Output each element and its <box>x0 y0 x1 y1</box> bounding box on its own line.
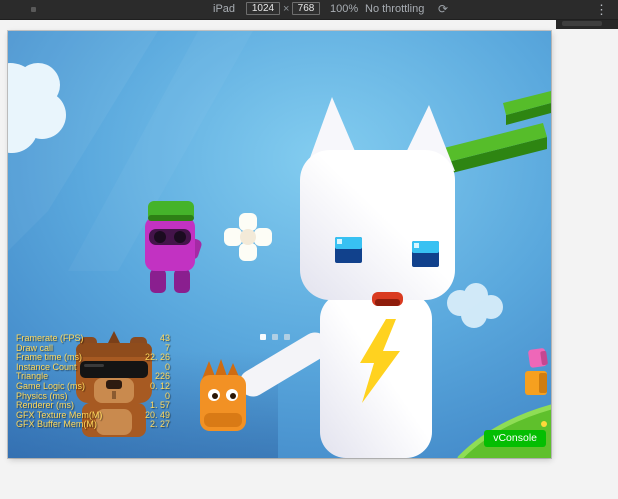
device-height-input[interactable] <box>292 2 320 15</box>
throttling-select[interactable]: No throttling <box>365 0 424 19</box>
cat-head <box>300 150 455 300</box>
stat-label: GFX Buffer Mem(M) <box>16 420 97 430</box>
stat-value: 2. 27 <box>150 420 170 430</box>
cat-mouth <box>372 292 403 306</box>
game-canvas[interactable]: Framerate (FPS) 43 Draw call 7 Frame tim… <box>8 31 551 458</box>
scrollbar-corner <box>556 19 618 29</box>
scrollbar-thumb[interactable] <box>562 21 602 26</box>
carousel-dot <box>272 334 278 340</box>
toolbar-left-icon[interactable] <box>31 7 36 12</box>
dimension-separator: × <box>283 0 289 19</box>
device-width-input[interactable] <box>246 2 280 15</box>
carousel-dot-active <box>260 334 266 340</box>
device-select[interactable]: iPad <box>213 0 235 19</box>
carousel-dots <box>260 334 290 340</box>
rotate-icon[interactable]: ⟳ <box>438 0 448 19</box>
zoom-select[interactable]: 100% <box>330 0 358 19</box>
cat-eye-left <box>335 237 362 263</box>
stats-row: GFX Buffer Mem(M) 2. 27 <box>16 420 170 430</box>
performance-stats-panel: Framerate (FPS) 43 Draw call 7 Frame tim… <box>16 334 170 430</box>
more-options-icon[interactable]: ⋮ <box>595 0 608 19</box>
cat-eye-right <box>412 241 439 267</box>
vconsole-button[interactable]: vConsole <box>484 430 546 447</box>
device-toolbar: iPad × 100% No throttling ⟳ ⋮ <box>0 0 618 20</box>
carousel-dot <box>284 334 290 340</box>
